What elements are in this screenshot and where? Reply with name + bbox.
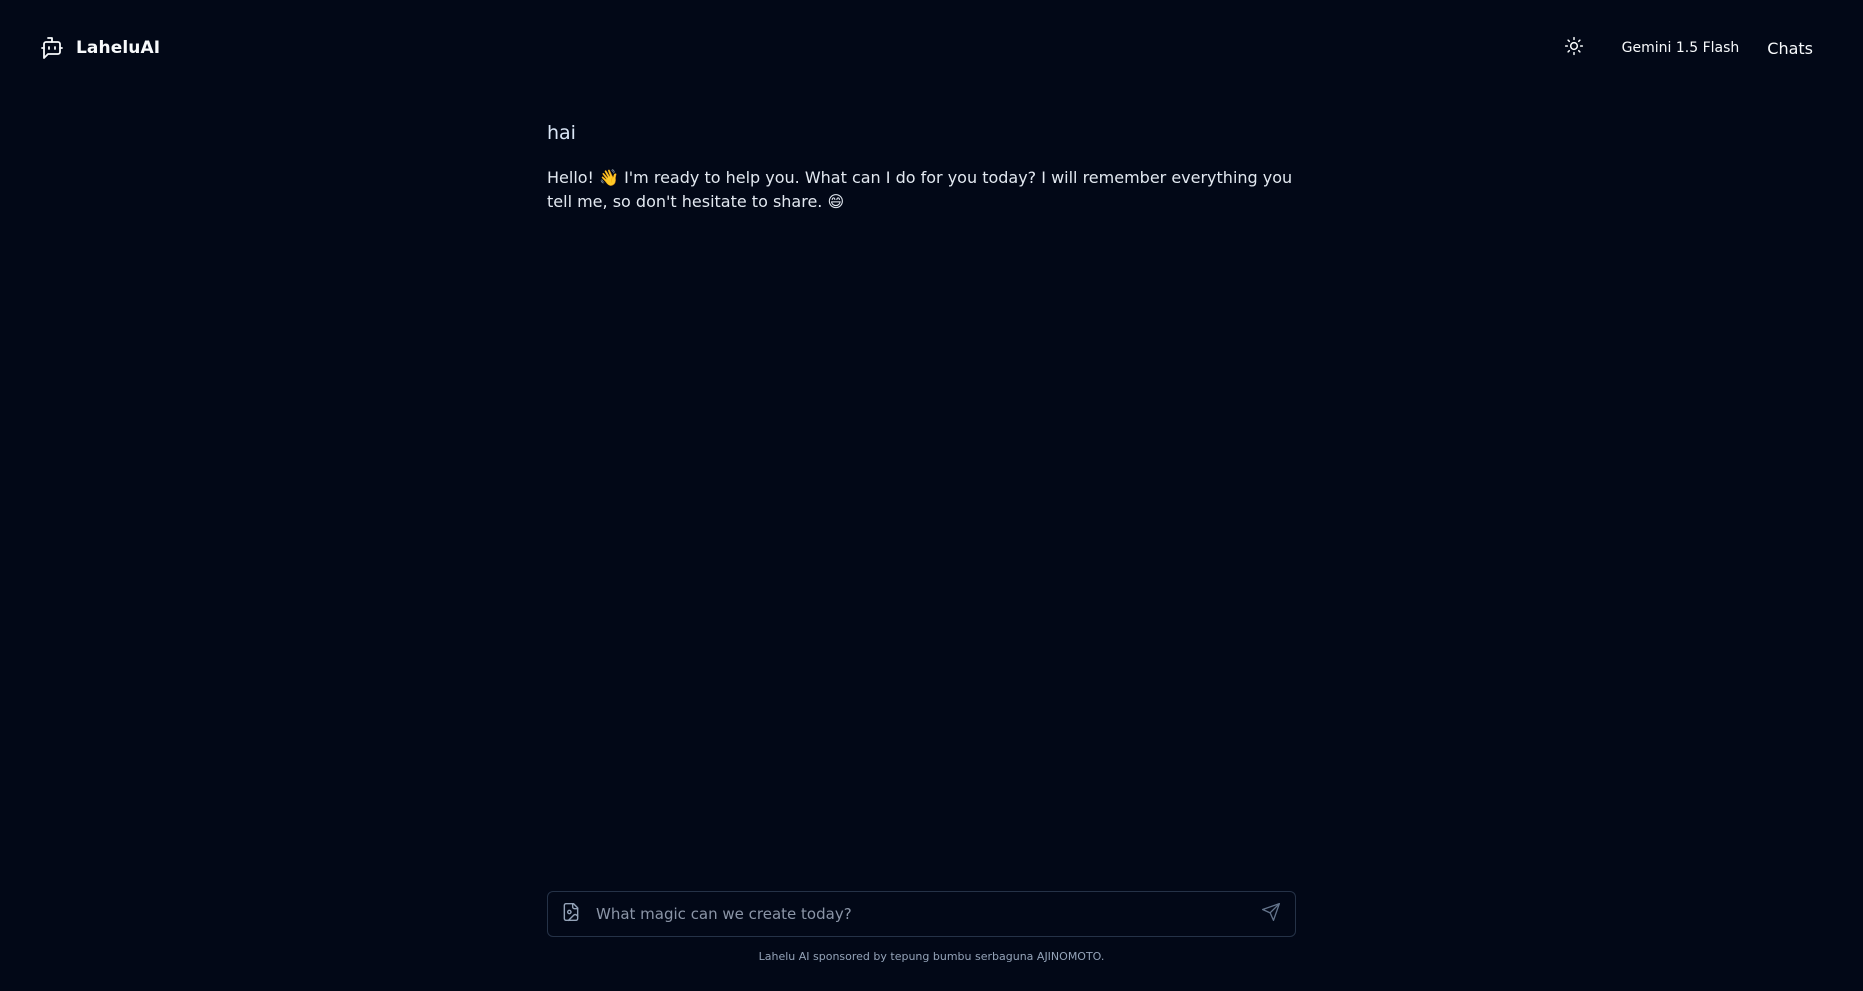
attach-image-button[interactable] (560, 902, 582, 926)
theme-toggle-button[interactable] (1556, 30, 1592, 66)
sun-icon (1564, 36, 1584, 60)
chats-link[interactable]: Chats (1767, 39, 1813, 58)
sponsor-note: Lahelu AI sponsored by tepung bumbu serb… (758, 950, 1105, 963)
message-composer (547, 891, 1296, 937)
brand-home-link[interactable]: LaheluAI (40, 36, 160, 60)
header-nav: Gemini 1.5 Flash Chats (1556, 30, 1823, 66)
model-selector[interactable]: Gemini 1.5 Flash (1622, 40, 1740, 56)
conversation-area: hai Hello! 👋 I'm ready to help you. What… (547, 122, 1317, 214)
image-file-icon (561, 902, 581, 926)
top-header: LaheluAI Gemini 1.5 Flash Chats (0, 0, 1863, 96)
brand-name: LaheluAI (76, 38, 161, 58)
user-message: hai (547, 122, 576, 144)
send-button[interactable] (1259, 902, 1283, 926)
send-icon (1261, 902, 1281, 926)
bot-message-icon (40, 36, 64, 60)
assistant-message: Hello! 👋 I'm ready to help you. What can… (547, 168, 1293, 211)
prompt-input[interactable] (594, 892, 1259, 936)
